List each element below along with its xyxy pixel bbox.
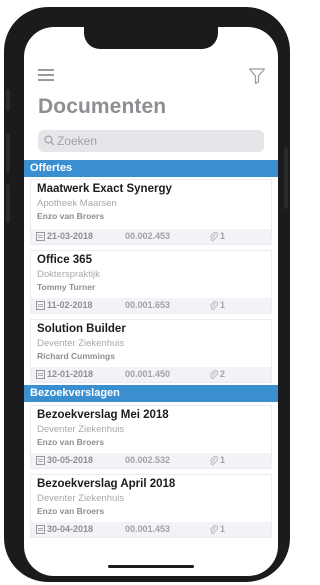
item-footer: 12-01-2018 00.001.450 2 [31, 367, 271, 382]
volume-down-button [6, 183, 10, 223]
power-button [284, 147, 288, 209]
item-title: Bezoekverslag Mei 2018 [37, 409, 169, 421]
calendar-icon [36, 525, 45, 534]
page-title: Documenten [38, 95, 167, 118]
item-attachment-count: 1 [220, 300, 226, 310]
item-company: Deventer Ziekenhuis [37, 338, 125, 349]
item-date: 21-03-2018 [47, 231, 94, 241]
item-footer: 30-04-2018 00.001.453 1 [31, 522, 271, 537]
app-screen: Documenten Offertes Maatwerk Exact Syner… [24, 27, 278, 576]
paperclip-icon [209, 456, 218, 465]
top-bar [24, 63, 278, 85]
item-company: Apotheek Maarsen [37, 198, 117, 209]
item-person: Enzo van Broers [37, 211, 105, 221]
item-footer: 21-03-2018 00.002.453 1 [31, 229, 271, 244]
home-indicator[interactable] [108, 565, 194, 568]
filter-icon[interactable] [248, 67, 266, 85]
list-item[interactable]: Bezoekverslag April 2018 Deventer Zieken… [30, 474, 272, 538]
item-number: 00.001.453 [125, 524, 171, 534]
item-title: Solution Builder [37, 323, 126, 335]
item-footer: 11-02-2018 00.001.653 1 [31, 298, 271, 313]
item-number: 00.001.450 [125, 369, 171, 379]
item-attachment-count: 1 [220, 524, 226, 534]
item-title: Maatwerk Exact Synergy [37, 183, 172, 195]
paperclip-icon [209, 525, 218, 534]
item-company: Deventer Ziekenhuis [37, 424, 125, 435]
calendar-icon [36, 456, 45, 465]
section-header-offertes: Offertes [24, 160, 278, 177]
item-date: 12-01-2018 [47, 369, 94, 379]
item-number: 00.002.532 [125, 455, 171, 465]
mute-switch [6, 89, 10, 111]
volume-up-button [6, 133, 10, 173]
item-number: 00.002.453 [125, 231, 171, 241]
list-item[interactable]: Solution Builder Deventer Ziekenhuis Ric… [30, 319, 272, 383]
item-attachment-count: 2 [220, 369, 226, 379]
search-input[interactable] [57, 130, 257, 152]
item-company: Deventer Ziekenhuis [37, 493, 125, 504]
list-item[interactable]: Office 365 Dokterspraktijk Tommy Turner … [30, 250, 272, 314]
item-person: Enzo van Broers [37, 506, 105, 516]
list-item[interactable]: Bezoekverslag Mei 2018 Deventer Ziekenhu… [30, 405, 272, 469]
phone-frame: Documenten Offertes Maatwerk Exact Syner… [4, 7, 290, 582]
search-icon [44, 135, 55, 146]
section-header-bezoekverslagen: Bezoekverslagen [24, 385, 278, 402]
item-number: 00.001.653 [125, 300, 171, 310]
item-attachment-count: 1 [220, 455, 226, 465]
menu-icon[interactable] [38, 69, 54, 81]
paperclip-icon [209, 370, 218, 379]
notch [84, 27, 218, 49]
item-attachment-count: 1 [220, 231, 226, 241]
calendar-icon [36, 232, 45, 241]
paperclip-icon [209, 301, 218, 310]
search-bar[interactable] [38, 130, 264, 152]
calendar-icon [36, 370, 45, 379]
item-person: Richard Cummings [37, 351, 115, 361]
item-date: 11-02-2018 [47, 300, 93, 310]
item-title: Bezoekverslag April 2018 [37, 478, 176, 490]
item-company: Dokterspraktijk [37, 269, 100, 280]
list-item[interactable]: Maatwerk Exact Synergy Apotheek Maarsen … [30, 179, 272, 245]
calendar-icon [36, 301, 45, 310]
item-date: 30-05-2018 [47, 455, 94, 465]
paperclip-icon [209, 232, 218, 241]
item-person: Enzo van Broers [37, 437, 105, 447]
item-footer: 30-05-2018 00.002.532 1 [31, 453, 271, 468]
item-person: Tommy Turner [37, 282, 96, 292]
item-date: 30-04-2018 [47, 524, 94, 534]
item-title: Office 365 [37, 254, 92, 266]
